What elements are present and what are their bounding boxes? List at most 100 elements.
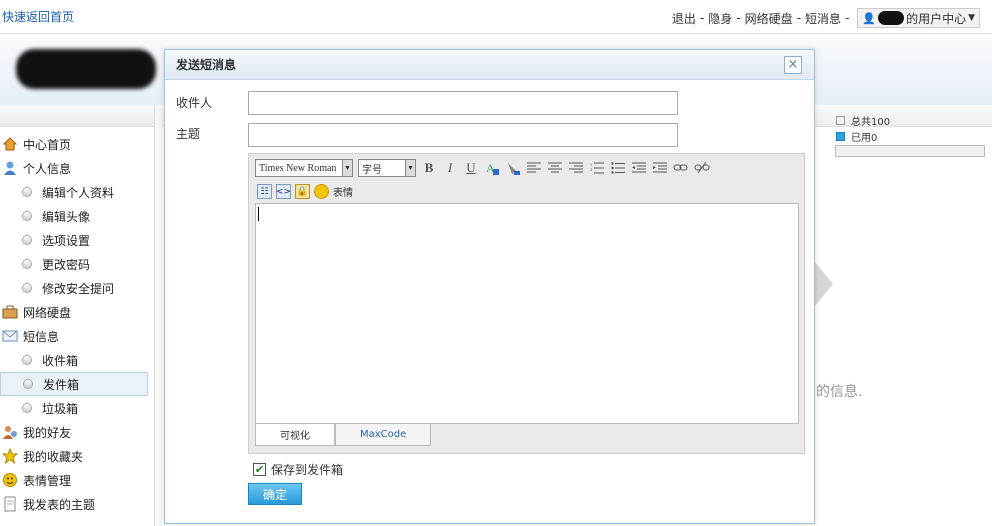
separator: - — [796, 11, 801, 25]
envelope-icon — [2, 328, 18, 344]
unordered-list-icon[interactable] — [610, 160, 626, 176]
emoticon-label[interactable]: 表情 — [333, 184, 353, 199]
sidebar-item-label: 发件箱 — [43, 377, 80, 392]
sidebar-item-edit-profile[interactable]: 编辑个人资料 — [0, 180, 154, 204]
align-center-icon[interactable] — [547, 160, 563, 176]
align-right-icon[interactable] — [568, 160, 584, 176]
submit-button[interactable]: 确定 — [248, 483, 302, 505]
separator: - — [736, 11, 741, 25]
sidebar-item-inbox[interactable]: 收件箱 — [0, 348, 154, 372]
ordered-list-icon[interactable]: 12 — [589, 160, 605, 176]
invisible-link[interactable]: 隐身 — [708, 10, 732, 27]
sidebar: 中心首页 个人信息 编辑个人资料 编辑头像 选项设置 更改密码 修改安全提问 网… — [0, 105, 155, 526]
legend-total-icon — [836, 115, 845, 125]
italic-icon[interactable]: I — [442, 160, 458, 176]
highlight-color-icon[interactable] — [505, 160, 521, 176]
home-icon — [2, 136, 18, 152]
sidebar-item-my-topics[interactable]: 我发表的主题 — [0, 492, 154, 516]
emoticon-icon[interactable] — [314, 184, 329, 199]
stat-total-label: 总共100 — [851, 116, 891, 128]
sidebar-item-label: 编辑头像 — [42, 209, 91, 224]
sidebar-nav: 中心首页 个人信息 编辑个人资料 编辑头像 选项设置 更改密码 修改安全提问 网… — [0, 127, 154, 516]
table-icon[interactable]: ☷ — [257, 184, 272, 199]
netdisk-link[interactable]: 网络硬盘 — [745, 10, 793, 27]
lock-icon[interactable]: 🔒 — [295, 184, 310, 199]
indent-icon[interactable] — [652, 160, 668, 176]
unlink-icon[interactable] — [694, 160, 710, 176]
sidebar-item-trash[interactable]: 垃圾箱 — [0, 396, 154, 420]
bullet-icon — [22, 259, 32, 269]
home-link[interactable]: 快速返回首页 — [2, 8, 74, 25]
sidebar-item-favorites[interactable]: 我的收藏夹 — [0, 444, 154, 468]
dialog-title: 发送短消息 — [165, 50, 814, 80]
sidebar-item-messages[interactable]: 短信息 — [0, 324, 154, 348]
user-center-dropdown[interactable]: 👤 的用户中心 ▼ — [857, 8, 980, 28]
editor-toolbar-row1: Times New Roman ▼ 字号 ▼ B I U A 12 — [255, 159, 710, 177]
sidebar-item-label: 个人信息 — [23, 161, 72, 176]
star-icon — [1, 447, 19, 465]
sidebar-item-label: 短信息 — [23, 329, 60, 344]
sidebar-item-options[interactable]: 选项设置 — [0, 228, 154, 252]
font-color-icon[interactable]: A — [484, 160, 500, 176]
link-icon[interactable] — [673, 160, 689, 176]
editor-mode-tabs: 可视化 MaxCode — [255, 424, 432, 446]
close-icon[interactable]: × — [784, 56, 802, 74]
sidebar-item-friends[interactable]: 我的好友 — [0, 420, 154, 444]
smiley-icon — [2, 472, 18, 488]
sidebar-item-label: 我的好友 — [23, 425, 72, 440]
sidebar-item-label: 编辑个人资料 — [42, 185, 115, 200]
save-to-outbox-checkbox[interactable]: ✔ — [253, 463, 266, 476]
bullet-icon — [22, 211, 32, 221]
tab-visual[interactable]: 可视化 — [255, 424, 335, 446]
sidebar-item-label: 垃圾箱 — [42, 401, 79, 416]
chevron-down-icon: ▼ — [968, 13, 975, 23]
source-code-icon[interactable]: <> — [276, 184, 291, 199]
sidebar-item-security-question[interactable]: 修改安全提问 — [0, 276, 154, 300]
friends-icon — [2, 424, 18, 440]
underline-icon[interactable]: U — [463, 160, 479, 176]
logout-link[interactable]: 退出 — [672, 10, 696, 27]
user-icon: 👤 — [862, 11, 877, 25]
text-caret — [258, 207, 259, 221]
user-icon — [2, 160, 18, 176]
recipient-label: 收件人 — [176, 96, 213, 110]
sidebar-item-profile[interactable]: 个人信息 — [0, 156, 154, 180]
save-to-outbox-label: 保存到发件箱 — [271, 463, 344, 477]
subject-input[interactable] — [248, 123, 678, 147]
font-family-value: Times New Roman — [259, 162, 337, 174]
sidebar-item-label: 修改安全提问 — [42, 281, 115, 296]
chevron-down-icon: ▼ — [342, 160, 352, 176]
messages-link[interactable]: 短消息 — [805, 10, 841, 27]
background-arrow-shape — [815, 262, 833, 306]
sidebar-item-edit-avatar[interactable]: 编辑头像 — [0, 204, 154, 228]
bullet-icon — [22, 403, 32, 413]
font-size-select[interactable]: 字号 ▼ — [358, 159, 416, 177]
tab-maxcode[interactable]: MaxCode — [335, 424, 432, 446]
align-left-icon[interactable] — [526, 160, 542, 176]
recipient-input[interactable] — [248, 91, 678, 115]
save-to-outbox-option[interactable]: ✔ 保存到发件箱 — [253, 461, 343, 478]
storage-progress-bar — [835, 145, 985, 157]
top-bar: 快速返回首页 退出 - 隐身 - 网络硬盘 - 短消息 - 👤 的用户中心 ▼ — [0, 0, 992, 34]
bullet-icon — [23, 379, 33, 389]
outdent-icon[interactable] — [631, 160, 647, 176]
sidebar-item-outbox[interactable]: 发件箱 — [0, 372, 148, 396]
sidebar-item-label: 我发表的主题 — [23, 497, 96, 512]
top-links: 退出 - 隐身 - 网络硬盘 - 短消息 - 👤 的用户中心 ▼ — [672, 8, 980, 28]
bullet-icon — [22, 283, 32, 293]
sidebar-item-emoticons[interactable]: 表情管理 — [0, 468, 154, 492]
chevron-down-icon: ▼ — [405, 160, 415, 176]
rich-text-editor: Times New Roman ▼ 字号 ▼ B I U A 12 ☷ <> 🔒 表… — [248, 153, 805, 454]
bullet-icon — [22, 187, 32, 197]
stat-used: 已用0 — [836, 128, 890, 144]
sidebar-item-netdisk[interactable]: 网络硬盘 — [0, 300, 154, 324]
sidebar-item-change-password[interactable]: 更改密码 — [0, 252, 154, 276]
bold-icon[interactable]: B — [421, 160, 437, 176]
sidebar-item-home[interactable]: 中心首页 — [0, 132, 154, 156]
legend-used-icon — [836, 131, 845, 141]
font-family-select[interactable]: Times New Roman ▼ — [255, 159, 353, 177]
editor-content-area[interactable] — [255, 203, 799, 424]
subject-label: 主题 — [176, 127, 201, 141]
sidebar-item-label: 表情管理 — [23, 473, 72, 488]
font-size-value: 字号 — [362, 164, 382, 176]
